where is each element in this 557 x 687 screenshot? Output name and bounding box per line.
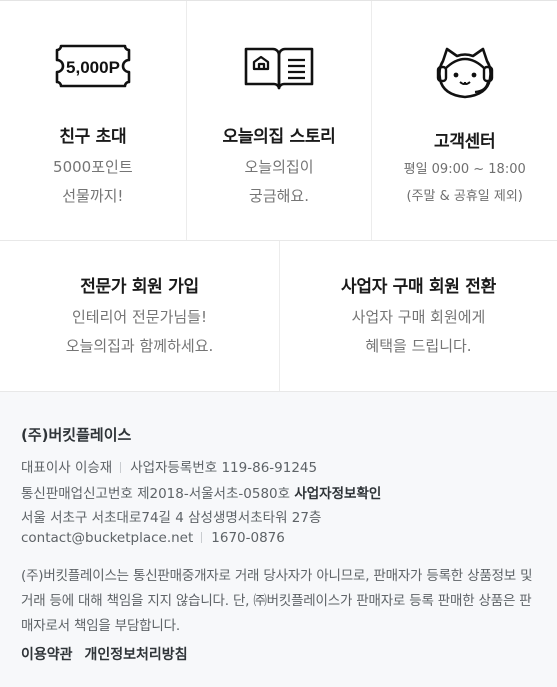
contact-line: contact@bucketplace.net 1670-0876 xyxy=(21,530,285,546)
story-card[interactable]: 오늘의집 스토리 오늘의집이 궁금해요. xyxy=(185,1,372,240)
story-desc-line2: 궁금해요. xyxy=(249,187,309,205)
customer-center-hours-line1: 평일 09:00 ~ 18:00 xyxy=(403,162,526,177)
invite-friend-title: 친구 초대 xyxy=(59,127,127,147)
story-desc-line1: 오늘의집이 xyxy=(244,158,314,176)
divider xyxy=(201,532,203,543)
ticket-label: 5,000P xyxy=(66,58,120,77)
company-name: (주)버킷플레이스 xyxy=(21,426,132,444)
business-member-card[interactable]: 사업자 구매 회원 전환 사업자 구매 회원에게 혜택을 드립니다. xyxy=(279,241,557,391)
ceo-name: 대표이사 이승재 xyxy=(21,460,113,476)
customer-center-title: 고객센터 xyxy=(433,132,496,152)
contact-phone[interactable]: 1670-0876 xyxy=(211,530,285,546)
invite-friend-desc-line2: 선물까지! xyxy=(62,187,124,205)
service-row-top: 5,000P 친구 초대 5000포인트 선물까지! 오늘의집 스토리 오늘의집… xyxy=(0,1,557,241)
business-member-title: 사업자 구매 회원 전환 xyxy=(341,277,496,297)
invite-friend-card[interactable]: 5,000P 친구 초대 5000포인트 선물까지! xyxy=(0,1,186,240)
legal-notice: (주)버킷플레이스는 통신판매중개자로 거래 당사자가 아니므로, 판매자가 등… xyxy=(21,568,533,634)
expert-signup-desc: 인테리어 전문가님들! 오늘의집과 함께하세요. xyxy=(0,303,279,361)
business-info-link[interactable]: 사업자정보확인 xyxy=(294,486,381,502)
ticket-5000p-icon: 5,000P xyxy=(53,43,133,93)
invite-friend-desc: 5000포인트 선물까지! xyxy=(0,153,186,211)
divider xyxy=(120,462,122,473)
business-member-desc: 사업자 구매 회원에게 혜택을 드립니다. xyxy=(280,303,557,361)
business-registration-number: 사업자등록번호 119-86-91245 xyxy=(130,460,318,476)
service-row-bottom: 전문가 회원 가입 인테리어 전문가님들! 오늘의집과 함께하세요. 사업자 구… xyxy=(0,241,557,392)
terms-link[interactable]: 이용약관 xyxy=(21,647,73,663)
expert-signup-card[interactable]: 전문가 회원 가입 인테리어 전문가님들! 오늘의집과 함께하세요. xyxy=(0,241,279,391)
business-member-desc-line2: 혜택을 드립니다. xyxy=(365,337,472,355)
ecommerce-line: 통신판매업신고번호 제2018-서울서초-0580호 사업자정보확인 xyxy=(21,482,381,502)
customer-center-hours-line2: (주말 & 공휴일 제외) xyxy=(406,189,523,204)
invite-friend-desc-line1: 5000포인트 xyxy=(53,158,133,176)
company-ceo-line: 대표이사 이승재 사업자등록번호 119-86-91245 xyxy=(21,456,317,476)
story-desc: 오늘의집이 궁금해요. xyxy=(187,153,372,211)
expert-signup-desc-line1: 인테리어 전문가님들! xyxy=(72,308,207,326)
contact-email[interactable]: contact@bucketplace.net xyxy=(21,530,193,546)
footer-links: 이용약관 개인정보처리방침 xyxy=(21,644,188,664)
expert-signup-title: 전문가 회원 가입 xyxy=(80,277,199,297)
open-book-icon xyxy=(243,43,315,95)
story-title: 오늘의집 스토리 xyxy=(222,127,336,147)
business-member-desc-line1: 사업자 구매 회원에게 xyxy=(351,308,486,326)
expert-signup-desc-line2: 오늘의집과 함께하세요. xyxy=(65,337,214,355)
privacy-policy-link[interactable]: 개인정보처리방침 xyxy=(85,647,188,663)
customer-center-card[interactable]: 고객센터 평일 09:00 ~ 18:00 (주말 & 공휴일 제외) xyxy=(371,1,557,240)
customer-center-hours: 평일 09:00 ~ 18:00 (주말 & 공휴일 제외) xyxy=(372,156,557,210)
cat-headset-icon xyxy=(435,45,495,105)
ecommerce-registration: 통신판매업신고번호 제2018-서울서초-0580호 xyxy=(21,486,291,502)
company-address: 서울 서초구 서초대로74길 4 삼성생명서초타워 27층 xyxy=(21,510,322,526)
